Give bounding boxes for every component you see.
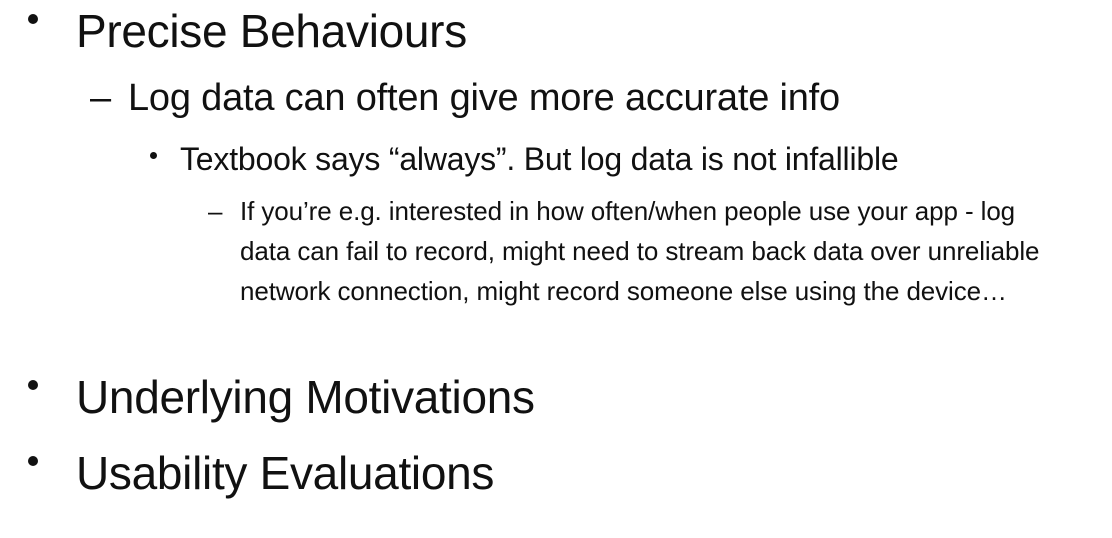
bullet-text: Underlying Motivations <box>76 371 535 423</box>
dash-icon: – <box>90 77 112 119</box>
dash-icon: – <box>208 196 223 226</box>
bullet-dot-icon <box>28 14 38 24</box>
slide: Precise Behaviours – Log data can often … <box>0 0 1112 538</box>
subbullet-text: Log data can often give more accurate in… <box>128 77 840 119</box>
bullet-text: Precise Behaviours <box>76 5 467 57</box>
bullet-dot-icon <box>150 152 157 159</box>
detail-text: If you’re e.g. interested in how often/w… <box>240 196 1040 306</box>
subsubbullet-text: Textbook says “always”. But log data is … <box>180 141 899 177</box>
bullet-dot-icon <box>28 456 38 466</box>
bullet-dot-icon <box>28 380 38 390</box>
bullet-text: Usability Evaluations <box>76 447 495 499</box>
